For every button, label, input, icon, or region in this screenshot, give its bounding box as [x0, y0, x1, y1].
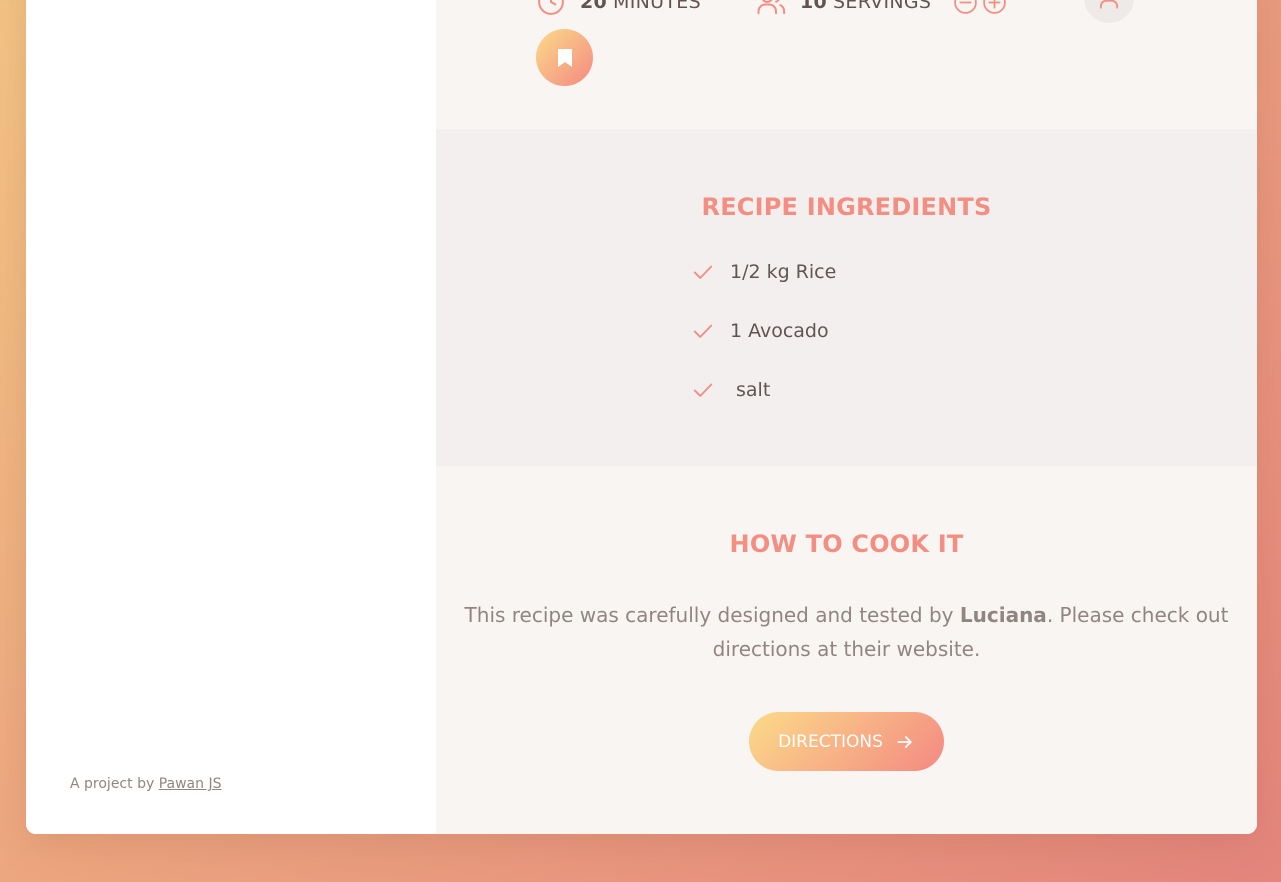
directions-button[interactable]: Directions: [749, 712, 944, 771]
plus-circle-icon[interactable]: [982, 0, 1007, 15]
recipe-publisher: Luciana: [959, 603, 1047, 627]
check-icon: [693, 383, 713, 397]
directions-text: This recipe was carefully designed and t…: [436, 598, 1257, 666]
cooking-time-info: 20 MINUTES: [536, 0, 701, 17]
ingredients-heading: Recipe ingredients: [701, 193, 992, 221]
recipe-view: 20 MINUTES 10 SERVINGS RECIPE INGREDIENT…: [436, 0, 1257, 834]
app-container: A project by Pawan JS 20 MINUTES 10 SERV…: [26, 0, 1257, 834]
ingredient-item: 1 Avocado: [692, 301, 836, 360]
copyright-prefix: A project by: [70, 776, 159, 792]
directions-heading: How to cook it: [729, 530, 964, 558]
directions-text-before: This recipe was carefully designed and t…: [464, 603, 960, 627]
clock-icon: [538, 0, 564, 15]
directions-button-label: Directions: [778, 731, 883, 752]
servings-value: 10: [800, 0, 828, 13]
users-icon: [757, 0, 786, 15]
user-generated-badge: [1084, 0, 1134, 23]
servings-unit: SERVINGS: [833, 0, 932, 13]
bookmark-fill-icon: [557, 48, 572, 67]
ingredient-quantity: 1: [730, 319, 743, 342]
copyright: A project by Pawan JS: [70, 776, 221, 792]
bookmark-button[interactable]: [536, 29, 593, 86]
servings-info: 10 SERVINGS: [756, 0, 931, 17]
cooking-time-value: 20: [580, 0, 608, 13]
check-icon: [693, 324, 713, 338]
ingredient-list: 1/2 kg Rice 1 Avocado salt: [692, 242, 836, 419]
cooking-time-unit: MINUTES: [613, 0, 701, 13]
servings-controls: [953, 0, 1007, 15]
ingredient-description: Avocado: [748, 319, 829, 342]
check-icon: [693, 265, 713, 279]
ingredient-quantity: 1/2: [730, 260, 761, 283]
directions-section: How to cook it This recipe was carefully…: [436, 466, 1257, 834]
arrow-right-icon: [897, 735, 912, 748]
user-icon: [1099, 0, 1119, 9]
ingredient-item: 1/2 kg Rice: [692, 242, 836, 301]
ingredient-item: salt: [692, 360, 836, 419]
ingredients-section: Recipe ingredients 1/2 kg Rice 1 Avocado…: [436, 129, 1257, 466]
recipe-details: 20 MINUTES 10 SERVINGS: [536, 0, 1156, 23]
ingredient-description: kg Rice: [766, 260, 837, 283]
ingredient-description: salt: [736, 378, 771, 401]
author-link[interactable]: Pawan JS: [159, 776, 222, 792]
search-results-sidebar: A project by Pawan JS: [26, 0, 436, 834]
minus-circle-icon[interactable]: [953, 0, 978, 15]
